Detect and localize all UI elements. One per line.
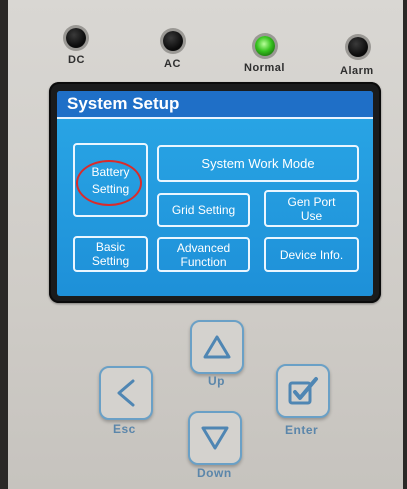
system-work-mode-label: System Work Mode <box>201 155 315 171</box>
gen-port-use-button[interactable]: Gen Port Use <box>264 190 359 227</box>
gen-port-use-label-line2: Use <box>300 208 323 223</box>
checkbox-check-icon <box>288 377 318 405</box>
advanced-function-label-line2: Function <box>180 254 227 269</box>
up-arrow-icon <box>203 335 231 359</box>
highlight-circle-annotation <box>76 160 142 206</box>
down-key[interactable] <box>188 411 242 465</box>
basic-setting-label-line1: Basic <box>95 240 126 254</box>
device-info-button[interactable]: Device Info. <box>264 237 359 272</box>
normal-indicator-led <box>255 36 275 56</box>
advanced-function-button[interactable]: Advanced Function <box>157 237 250 272</box>
dc-indicator-led <box>66 28 86 48</box>
alarm-indicator-label: Alarm <box>340 65 374 77</box>
ac-indicator-label: AC <box>164 58 181 70</box>
gen-port-use-label-line1: Gen Port <box>287 194 336 209</box>
grid-setting-button[interactable]: Grid Setting <box>157 193 250 227</box>
left-chevron-icon <box>117 379 135 407</box>
esc-key[interactable] <box>99 366 153 420</box>
enter-key[interactable] <box>276 364 330 418</box>
enter-key-label: Enter <box>285 423 319 437</box>
alarm-indicator-led <box>348 37 368 57</box>
lcd-screen: System Setup Battery Setting System Work… <box>57 91 373 296</box>
system-work-mode-button[interactable]: System Work Mode <box>157 145 359 182</box>
down-key-label: Down <box>197 466 232 480</box>
grid-setting-label: Grid Setting <box>171 203 236 217</box>
advanced-function-label-line1: Advanced <box>176 240 231 255</box>
up-key[interactable] <box>190 320 244 374</box>
normal-indicator-label: Normal <box>244 62 285 74</box>
basic-setting-label-line2: Setting <box>91 254 130 268</box>
esc-key-label: Esc <box>113 422 136 436</box>
down-arrow-icon <box>201 426 229 450</box>
up-key-label: Up <box>208 374 225 388</box>
device-info-label: Device Info. <box>279 247 344 262</box>
basic-setting-button[interactable]: Basic Setting <box>73 236 148 272</box>
dc-indicator-label: DC <box>68 54 85 66</box>
title-divider <box>57 117 373 119</box>
ac-indicator-led <box>163 31 183 51</box>
screen-title: System Setup <box>57 91 373 117</box>
